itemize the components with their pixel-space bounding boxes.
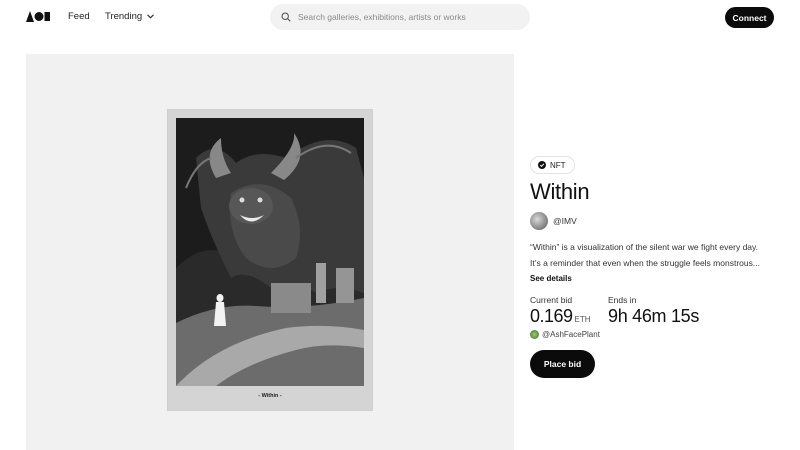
artwork-caption: - Within -	[258, 393, 282, 399]
artwork-title: Within	[530, 179, 590, 204]
artist-avatar	[530, 212, 548, 230]
top-bidder[interactable]: @AshFacePlant	[530, 330, 600, 339]
ends-in-label: Ends in	[608, 295, 637, 305]
nav-trending-label: Trending	[105, 11, 143, 22]
auction-countdown: 9h 46m 15s	[608, 306, 700, 326]
top-bidder-handle: @AshFacePlant	[542, 330, 600, 339]
nav-trending-dropdown[interactable]: Trending	[105, 11, 155, 22]
chevron-down-icon	[147, 14, 155, 19]
verified-check-icon	[538, 161, 546, 169]
artwork-description: “Within” is a visualization of the silen…	[530, 239, 780, 271]
artist-handle: @IMV	[553, 216, 577, 226]
bidder-avatar	[530, 330, 539, 339]
artwork-image	[176, 118, 364, 386]
search-icon	[281, 12, 291, 22]
current-bid-amount: 0.169	[530, 306, 573, 326]
current-bid-label: Current bid	[530, 295, 573, 305]
nav-feed-link[interactable]: Feed	[68, 11, 90, 22]
brand-logo-icon[interactable]	[26, 11, 50, 22]
artwork-poster[interactable]: - Within -	[168, 110, 372, 410]
artist-link[interactable]: @IMV	[530, 212, 577, 230]
artwork-panel: - Within -	[26, 54, 514, 450]
connect-button[interactable]: Connect	[725, 7, 774, 28]
current-bid-unit: ETH	[574, 315, 591, 324]
description-line: “Within” is a visualization of the silen…	[530, 242, 759, 252]
top-nav: Feed Trending Connect	[0, 0, 800, 34]
search-bar[interactable]	[270, 4, 530, 30]
see-details-link[interactable]: See details	[530, 274, 572, 283]
nft-badge: NFT	[530, 156, 575, 174]
search-input[interactable]	[298, 12, 518, 22]
current-bid-value: 0.169 ETH	[530, 306, 591, 327]
nft-badge-label: NFT	[550, 160, 566, 170]
description-line: It’s a reminder that even when the strug…	[530, 258, 760, 268]
place-bid-button[interactable]: Place bid	[530, 350, 595, 378]
